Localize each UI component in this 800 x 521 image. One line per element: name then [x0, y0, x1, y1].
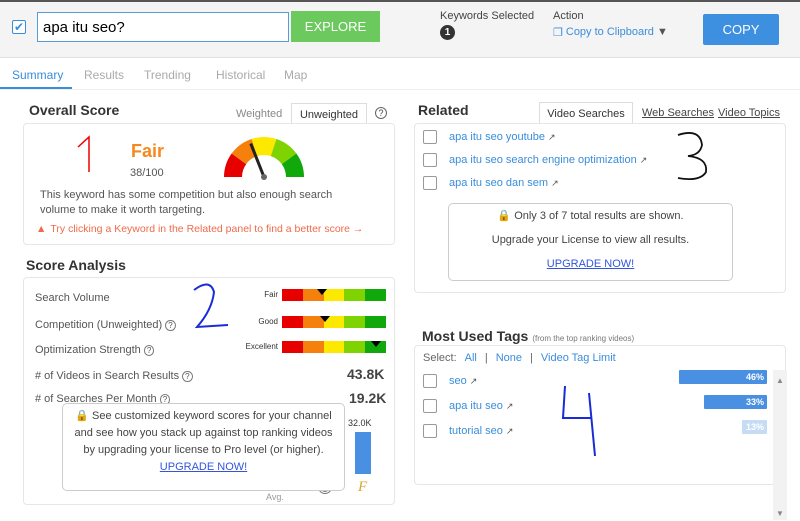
- analysis-row-label: Optimization Strength ?: [35, 344, 155, 356]
- lock-icon: 🔒: [75, 410, 89, 422]
- score-gauge: [224, 137, 304, 180]
- upgrade-overlay: 🔒 See customized keyword scores for your…: [62, 403, 345, 491]
- explore-button[interactable]: EXPLORE: [291, 11, 380, 42]
- analysis-rating-bar: [282, 289, 386, 301]
- rating-marker: [319, 316, 330, 322]
- tab-video-searches[interactable]: Video Searches: [539, 102, 633, 124]
- external-link-icon: ↗: [551, 178, 559, 188]
- external-link-icon: ↗: [548, 132, 556, 142]
- gauge-pivot: [261, 174, 267, 180]
- tab-bar: Summary Results Trending Historical Map: [0, 59, 800, 90]
- tab-web-searches[interactable]: Web Searches: [642, 107, 714, 119]
- related-item[interactable]: apa itu seo search engine optimization ↗: [449, 154, 647, 166]
- help-icon[interactable]: ?: [375, 107, 387, 119]
- related-item[interactable]: apa itu seo dan sem ↗: [449, 177, 559, 189]
- clipboard-icon: ❐: [553, 27, 563, 39]
- help-icon: ?: [143, 345, 155, 356]
- unweighted-toggle[interactable]: Unweighted: [291, 103, 367, 125]
- tag-checkbox[interactable]: [423, 399, 437, 413]
- warning-icon: ▲: [36, 223, 47, 235]
- scroll-down-icon: ▼: [776, 509, 784, 518]
- tags-scrollbar[interactable]: ▲ ▼: [773, 370, 787, 520]
- analysis-row-rating: Fair: [264, 290, 278, 299]
- tab-video-topics[interactable]: Video Topics: [718, 107, 780, 119]
- analysis-row-label: Search Volume: [35, 292, 110, 304]
- chart-bar: [355, 432, 371, 474]
- lock-icon: 🔒: [497, 210, 512, 222]
- tag-item[interactable]: tutorial seo ↗: [449, 425, 513, 437]
- analysis-row-label: Competition (Unweighted) ?: [35, 319, 176, 331]
- searches-per-month-value: 19.2K: [349, 390, 387, 406]
- keywords-selected-label: Keywords Selected: [440, 10, 535, 22]
- tab-trending[interactable]: Trending: [144, 59, 212, 89]
- grade-letter: F: [358, 479, 368, 495]
- tags-panel: [414, 345, 786, 485]
- copy-button[interactable]: COPY: [703, 14, 779, 45]
- tag-percentage-bar: 33%: [703, 395, 767, 409]
- upgrade-now-link[interactable]: UPGRADE NOW!: [160, 461, 247, 473]
- external-link-icon: ↗: [469, 376, 478, 386]
- videos-count-value: 43.8K: [347, 366, 385, 382]
- action-dropdown[interactable]: ❐ Copy to Clipboard ▼: [553, 26, 668, 39]
- caret-down-icon: ▼: [656, 26, 668, 38]
- tag-checkbox[interactable]: [423, 374, 437, 388]
- help-icon: ?: [165, 320, 176, 331]
- keyword-search-input[interactable]: [37, 12, 289, 42]
- tag-item[interactable]: apa itu seo ↗: [449, 400, 513, 412]
- score-analysis-title: Score Analysis: [26, 257, 126, 273]
- chart-avg-label: Avg.: [265, 492, 285, 502]
- chart-bar-label: 32.0K: [348, 418, 372, 428]
- select-all-link[interactable]: All: [465, 352, 477, 364]
- videos-count-label: # of Videos in Search Results ?: [35, 370, 193, 382]
- scroll-up-icon: ▲: [776, 376, 784, 385]
- related-checkbox[interactable]: [423, 153, 437, 167]
- related-upgrade-notice: 🔒 Only 3 of 7 total results are shown. U…: [448, 203, 733, 281]
- score-value: 38/100: [130, 167, 164, 179]
- external-link-icon: ↗: [505, 401, 514, 411]
- keywords-count-badge: 1: [440, 25, 455, 40]
- related-checkbox[interactable]: [423, 176, 437, 190]
- tab-summary[interactable]: Summary: [0, 59, 72, 89]
- check-icon: ✔: [14, 20, 25, 34]
- related-upgrade-link[interactable]: UPGRADE NOW!: [449, 252, 732, 276]
- score-tip[interactable]: ▲ Try clicking a Keyword in the Related p…: [36, 223, 363, 235]
- tags-select-bar: Select: All | None | Video Tag Limit: [423, 352, 616, 364]
- tag-item[interactable]: seo ↗: [449, 375, 477, 387]
- video-tag-limit-link[interactable]: Video Tag Limit: [541, 352, 616, 364]
- analysis-row-rating: Excellent: [245, 342, 278, 351]
- tag-percentage-bar: 46%: [679, 370, 767, 384]
- analysis-rating-bar: [282, 316, 386, 328]
- tab-results[interactable]: Results: [72, 59, 144, 89]
- external-link-icon: ↗: [505, 426, 514, 436]
- related-item[interactable]: apa itu seo youtube ↗: [449, 131, 556, 143]
- score-rating: Fair: [131, 141, 165, 161]
- tab-map[interactable]: Map: [284, 59, 307, 89]
- related-notice-text: Upgrade your License to view all results…: [491, 234, 690, 246]
- tab-historical[interactable]: Historical: [212, 59, 284, 89]
- rating-marker: [316, 289, 327, 295]
- most-used-tags-header: Most Used Tags (from the top ranking vide…: [422, 328, 635, 344]
- select-checkbox[interactable]: ✔: [12, 20, 26, 34]
- tag-checkbox[interactable]: [423, 424, 437, 438]
- weighted-toggle[interactable]: Weighted: [236, 108, 282, 120]
- score-description: This keyword has some competition but al…: [40, 189, 333, 216]
- action-label: Action: [553, 10, 584, 22]
- select-none-link[interactable]: None: [496, 352, 522, 364]
- related-title: Related: [418, 102, 469, 118]
- overall-score-title: Overall Score: [29, 102, 120, 118]
- tag-percentage-bar: 13%: [742, 420, 767, 434]
- rating-marker: [370, 341, 381, 347]
- analysis-row-rating: Good: [258, 317, 278, 326]
- related-checkbox[interactable]: [423, 130, 437, 144]
- external-link-icon: ↗: [639, 155, 648, 165]
